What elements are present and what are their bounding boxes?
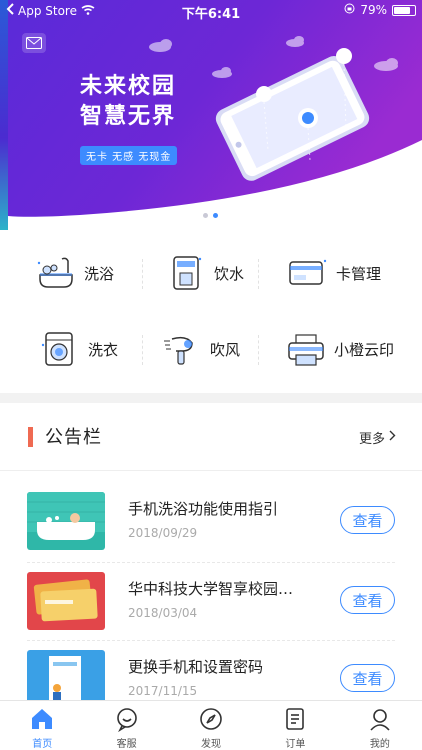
banner-edge <box>0 0 8 230</box>
item-divider <box>27 562 395 563</box>
carousel-dot-active[interactable] <box>213 213 218 218</box>
notice-item[interactable]: 华中科技大学智享校园… 2018/03/04 查看 <box>0 572 422 650</box>
tab-customer-service[interactable]: 客服 <box>84 701 168 750</box>
customer-service-icon <box>114 706 140 735</box>
service-print[interactable]: 小橙云印 <box>286 329 394 369</box>
notice-thumbnail <box>27 492 105 550</box>
notice-title: 公告栏 <box>45 427 102 448</box>
status-bar: App Store 下午6:41 79% <box>0 0 422 22</box>
washing-machine-icon <box>40 329 80 369</box>
service-dryer[interactable]: 吹风 <box>162 329 240 369</box>
service-label: 洗浴 <box>84 264 115 283</box>
banner-title-line2: 智慧无界 <box>80 104 177 129</box>
tab-bar: 首页 客服 发现 订单 我的 <box>0 700 422 750</box>
tab-label: 订单 <box>285 739 306 750</box>
notice-header: 公告栏 更多 <box>0 403 422 471</box>
notice-item-date: 2017/11/15 <box>128 684 198 698</box>
tab-label: 客服 <box>116 739 137 750</box>
service-label: 洗衣 <box>88 340 119 359</box>
order-icon <box>282 706 308 735</box>
service-water[interactable]: 饮水 <box>166 253 244 293</box>
tab-label: 我的 <box>369 739 390 750</box>
view-button[interactable]: 查看 <box>340 664 395 692</box>
promo-banner[interactable]: 未来校园 智慧无界 无卡 无感 无现金 <box>0 0 422 230</box>
service-label: 饮水 <box>214 264 245 283</box>
hair-dryer-icon <box>162 329 202 369</box>
tab-label: 首页 <box>32 739 53 750</box>
service-label: 卡管理 <box>336 264 382 283</box>
orientation-lock-icon <box>344 3 355 17</box>
notice-item-title: 更换手机和设置密码 <box>128 658 264 676</box>
notice-item-date: 2018/09/29 <box>128 526 198 540</box>
banner-background <box>8 0 422 217</box>
notice-item[interactable]: 手机洗浴功能使用指引 2018/09/29 查看 <box>0 492 422 570</box>
carousel-dot[interactable] <box>203 213 208 218</box>
banner-title: 未来校园 智慧无界 <box>80 72 176 132</box>
carousel-dots <box>203 213 218 218</box>
notice-accent-bar <box>28 427 33 447</box>
battery-icon <box>392 4 416 16</box>
view-button[interactable]: 查看 <box>340 586 395 614</box>
chevron-right-icon <box>389 430 396 445</box>
service-laundry[interactable]: 洗衣 <box>40 329 118 369</box>
divider <box>258 259 259 289</box>
notice-item-date: 2018/03/04 <box>128 606 198 620</box>
profile-icon <box>367 706 393 735</box>
view-button[interactable]: 查看 <box>340 506 395 534</box>
banner-tags: 无卡 无感 无现金 <box>80 146 178 165</box>
notice-item-title: 华中科技大学智享校园… <box>128 580 294 598</box>
item-divider <box>27 640 395 641</box>
banner-title-line1: 未来校园 <box>80 74 177 99</box>
shower-bath-icon <box>36 253 76 293</box>
services-grid: 洗浴 饮水 卡管理 洗衣 吹风 小橙云印 <box>0 233 422 393</box>
printer-icon <box>286 329 326 369</box>
service-shower[interactable]: 洗浴 <box>36 253 114 293</box>
tab-discover[interactable]: 发现 <box>169 701 253 750</box>
tab-profile[interactable]: 我的 <box>338 701 422 750</box>
more-label: 更多 <box>358 432 385 447</box>
home-icon <box>29 706 55 735</box>
divider <box>258 335 259 365</box>
tab-orders[interactable]: 订单 <box>253 701 337 750</box>
discover-icon <box>198 706 224 735</box>
section-separator <box>0 393 422 403</box>
service-card[interactable]: 卡管理 <box>288 253 381 293</box>
notice-thumbnail <box>27 572 105 630</box>
water-dispenser-icon <box>166 253 206 293</box>
card-icon <box>288 253 328 293</box>
notice-item-title: 手机洗浴功能使用指引 <box>128 500 279 518</box>
more-link[interactable]: 更多 <box>359 428 396 447</box>
mail-icon[interactable] <box>22 33 46 53</box>
tab-label: 发现 <box>201 739 222 750</box>
service-label: 吹风 <box>210 340 241 359</box>
service-label: 小橙云印 <box>334 340 395 359</box>
tab-home[interactable]: 首页 <box>0 701 84 750</box>
divider <box>142 335 143 365</box>
divider <box>142 259 143 289</box>
battery-percent: 79% <box>360 3 387 17</box>
